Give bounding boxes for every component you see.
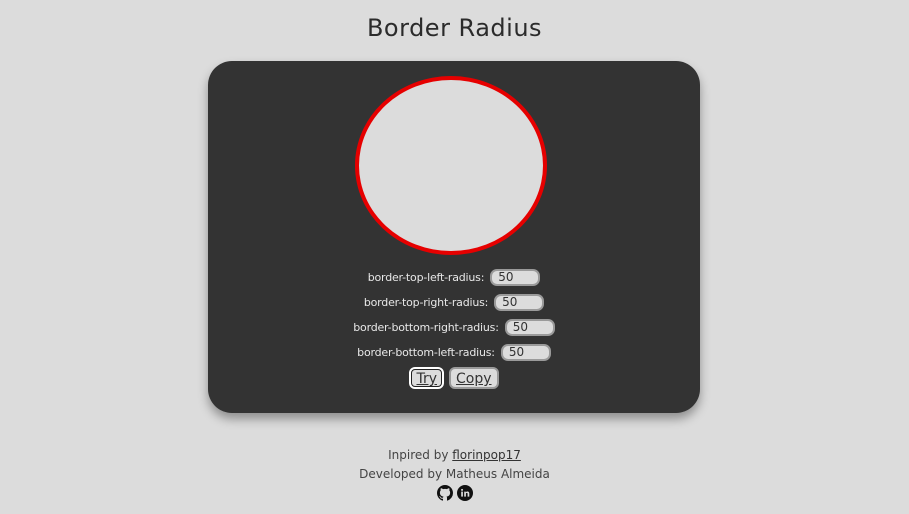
field-row-top-left: border-top-left-radius: <box>208 268 700 286</box>
social-links <box>0 485 909 501</box>
field-row-bottom-right: border-bottom-right-radius: <box>208 318 700 336</box>
bottom-right-radius-input[interactable] <box>504 318 555 336</box>
field-row-bottom-left: border-bottom-left-radius: <box>208 343 700 361</box>
border-radius-preview-box <box>355 76 547 255</box>
inspired-by-line: Inpired by florinpop17 <box>0 446 909 465</box>
developed-by-text: Developed by Matheus Almeida <box>359 467 550 481</box>
field-row-top-right: border-top-right-radius: <box>208 293 700 311</box>
inspired-by-text: Inpired by <box>388 448 453 462</box>
github-icon[interactable] <box>436 485 453 501</box>
action-buttons: Try Copy <box>208 367 700 389</box>
page-title: Border Radius <box>366 14 543 42</box>
try-button[interactable]: Try <box>409 367 445 389</box>
copy-button[interactable]: Copy <box>449 367 499 389</box>
bottom-left-radius-input[interactable] <box>500 343 551 361</box>
bottom-left-radius-label: border-bottom-left-radius: <box>357 345 495 359</box>
linkedin-icon[interactable] <box>456 485 473 501</box>
bottom-right-radius-label: border-bottom-right-radius: <box>353 320 499 334</box>
editor-card: border-top-left-radius: border-top-right… <box>208 61 700 413</box>
top-right-radius-label: border-top-right-radius: <box>363 295 489 309</box>
top-left-radius-label: border-top-left-radius: <box>367 270 485 284</box>
florinpop17-link[interactable]: florinpop17 <box>452 448 521 462</box>
footer: Inpired by florinpop17 Developed by Math… <box>0 446 909 501</box>
top-left-radius-input[interactable] <box>490 268 541 286</box>
top-right-radius-input[interactable] <box>494 293 545 311</box>
